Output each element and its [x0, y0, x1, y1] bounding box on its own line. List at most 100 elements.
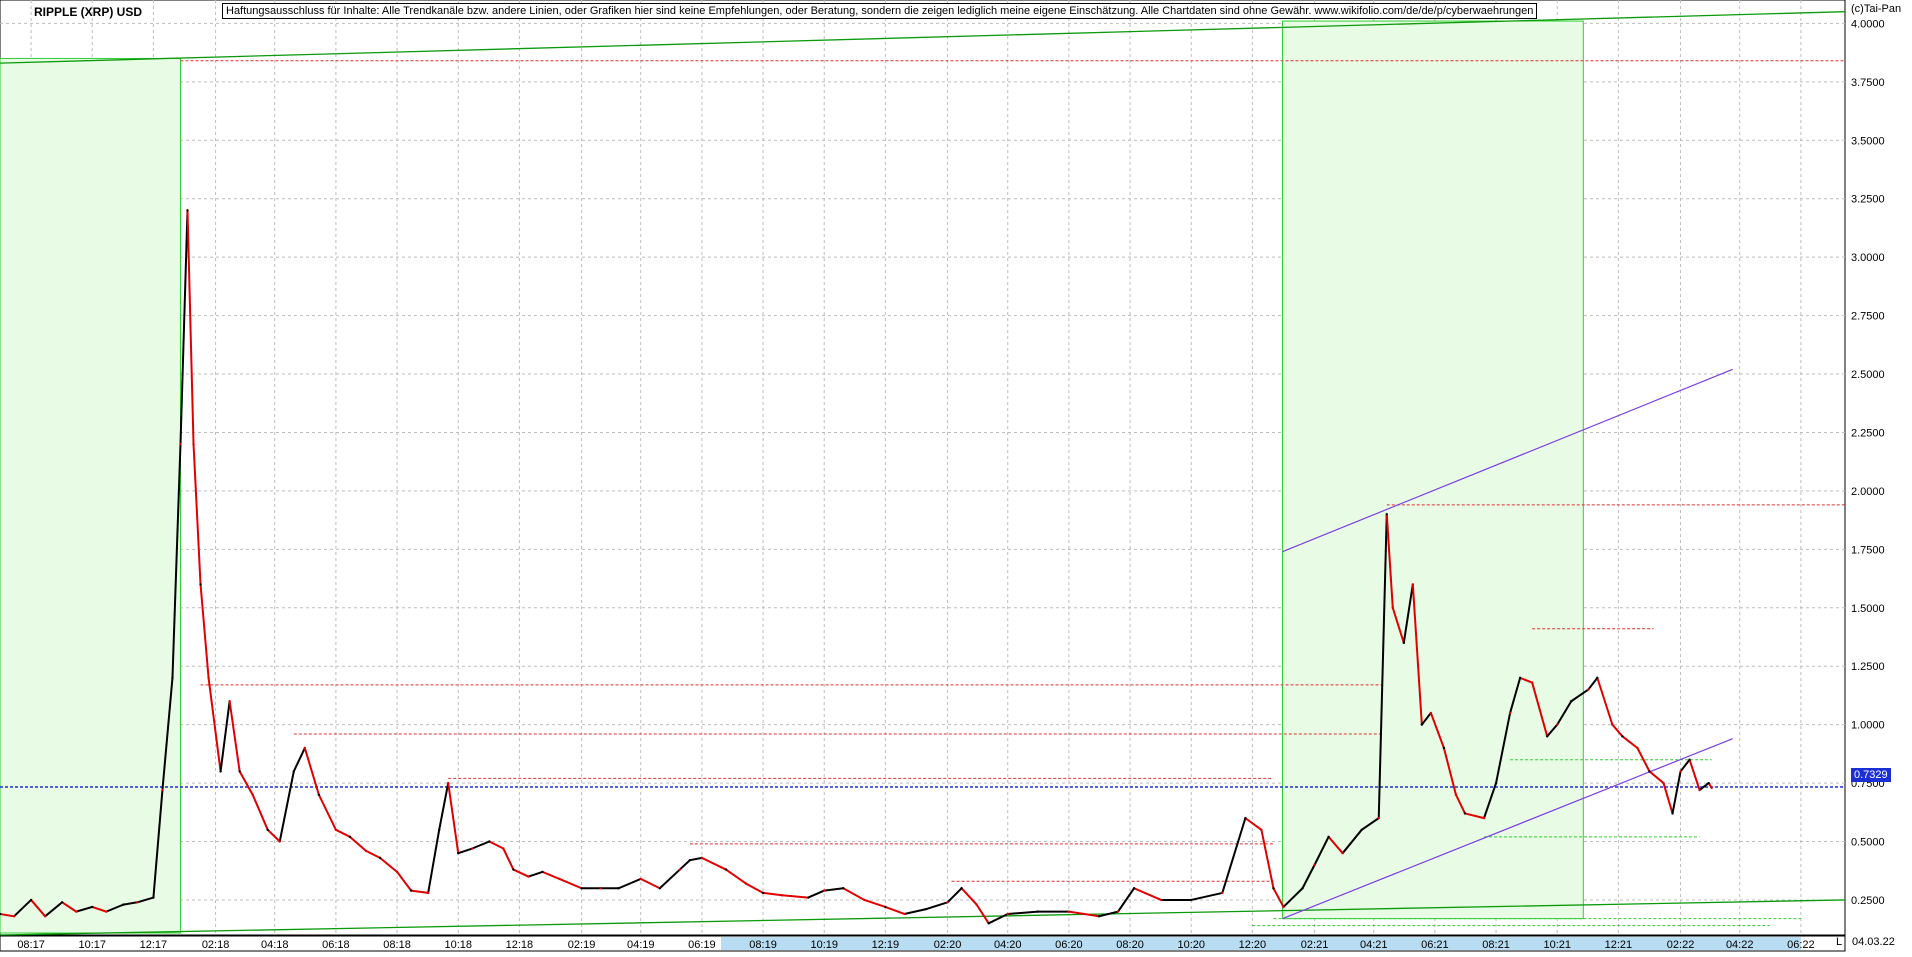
price-point — [251, 793, 254, 796]
price-point — [1341, 851, 1344, 855]
x-tick-label: 12:20 — [1239, 939, 1267, 951]
price-point — [91, 905, 94, 909]
price-point — [924, 908, 927, 911]
price-point — [1159, 898, 1163, 902]
price-point — [152, 896, 155, 899]
price-point — [395, 870, 399, 874]
price-point — [75, 910, 78, 913]
price-point — [1530, 681, 1534, 684]
price-point — [1097, 915, 1101, 918]
price-point — [43, 915, 47, 918]
y-tick-label: 3.2500 — [1851, 194, 1885, 206]
price-point — [1596, 676, 1599, 680]
price-point — [1420, 723, 1424, 726]
price-point — [761, 891, 765, 895]
price-point — [946, 901, 949, 904]
price-point — [724, 868, 728, 871]
x-tick-label: 06:21 — [1421, 939, 1449, 951]
price-point — [1260, 828, 1263, 832]
x-tick-label: 04:18 — [261, 939, 289, 951]
price-point — [1411, 583, 1415, 586]
x-tick-label: 06:19 — [688, 939, 716, 951]
x-tick-label: 10:20 — [1177, 939, 1205, 951]
x-tick-label: 06:20 — [1055, 939, 1083, 951]
price-point — [378, 856, 382, 860]
price-point — [186, 209, 189, 212]
x-tick-label: 10:19 — [810, 939, 838, 951]
x-tick-label: 08:21 — [1482, 939, 1510, 951]
x-tick-label: 04:22 — [1726, 939, 1754, 951]
price-point — [580, 887, 583, 890]
x-tick-label: 02:19 — [568, 939, 596, 951]
price-point — [207, 676, 210, 680]
y-tick-label: 0.5000 — [1851, 837, 1885, 849]
price-point — [1556, 723, 1559, 726]
x-tick-label: 06:18 — [322, 939, 350, 951]
price-point — [744, 882, 748, 885]
price-point — [639, 877, 642, 881]
price-point — [806, 896, 810, 899]
price-point — [437, 828, 441, 832]
x-tick-label: 12:18 — [506, 939, 534, 951]
y-tick-label: 0.2500 — [1851, 895, 1885, 907]
y-tick-label: 1.7500 — [1851, 544, 1885, 556]
green-zone-2021 — [1281, 20, 1584, 920]
y-tick-label: 3.5000 — [1851, 135, 1885, 147]
price-point — [317, 793, 321, 796]
x-tick-label: 08:19 — [749, 939, 777, 951]
scale-mode-label[interactable]: L — [1836, 936, 1842, 948]
x-tick-label: 02:21 — [1301, 939, 1329, 951]
x-tick-label: 12:17 — [140, 939, 168, 951]
y-tick-label: 2.5000 — [1851, 369, 1885, 381]
price-point — [1482, 816, 1486, 820]
last-date-label: 04.03.22 — [1852, 936, 1895, 948]
price-point — [1545, 735, 1549, 738]
x-tick-label: 02:18 — [202, 939, 230, 951]
x-axis: 08:17 10:17 12:17 02:18 04:18 06:18 08:18 10:18… — [0, 935, 1846, 952]
price-point — [1385, 513, 1388, 516]
price-point — [348, 835, 352, 839]
price-point — [780, 894, 784, 897]
price-point — [1442, 746, 1446, 750]
x-tick-label: 02:22 — [1667, 939, 1695, 951]
price-point — [1679, 770, 1682, 773]
price-point — [447, 781, 450, 785]
price-point — [823, 889, 826, 892]
price-point — [558, 877, 561, 881]
x-tick-label: 04:19 — [627, 939, 655, 951]
price-point — [457, 851, 460, 855]
price-chart: 0.25000.50000.75001.00001.25001.50001.75… — [0, 0, 1885, 952]
y-tick-label: 3.0000 — [1851, 252, 1885, 264]
price-point — [192, 442, 195, 446]
copyright-text: (c)Tai-Pan — [1851, 3, 1902, 15]
price-point — [1402, 641, 1406, 645]
price-point — [617, 887, 620, 890]
y-tick-label: 4.0000 — [1851, 18, 1885, 30]
price-point — [122, 903, 125, 906]
x-tick-label: 08:18 — [383, 939, 411, 951]
price-point — [1132, 887, 1136, 890]
price-point — [863, 898, 866, 902]
price-point — [488, 840, 491, 843]
price-point — [1698, 788, 1701, 792]
price-point — [303, 746, 307, 750]
x-tick-label: 08:17 — [17, 939, 45, 951]
price-point — [1454, 793, 1458, 796]
price-point — [409, 889, 413, 892]
price-point — [541, 870, 544, 874]
x-tick-label: 10:21 — [1543, 939, 1571, 951]
x-tick-label: 08:20 — [1116, 939, 1144, 951]
y-tick-label: 2.2500 — [1851, 427, 1885, 439]
price-point — [1688, 758, 1691, 761]
price-point — [1360, 828, 1363, 832]
x-tick-label: 04:21 — [1360, 939, 1388, 951]
y-tick-label: 1.0000 — [1851, 720, 1885, 732]
x-tick-label: 04:20 — [994, 939, 1022, 951]
price-point — [1662, 781, 1665, 785]
price-point — [199, 583, 202, 586]
price-point — [1067, 910, 1071, 913]
price-point — [1508, 711, 1512, 715]
price-point — [1116, 910, 1120, 913]
price-point — [502, 847, 505, 850]
price-point — [678, 868, 682, 871]
